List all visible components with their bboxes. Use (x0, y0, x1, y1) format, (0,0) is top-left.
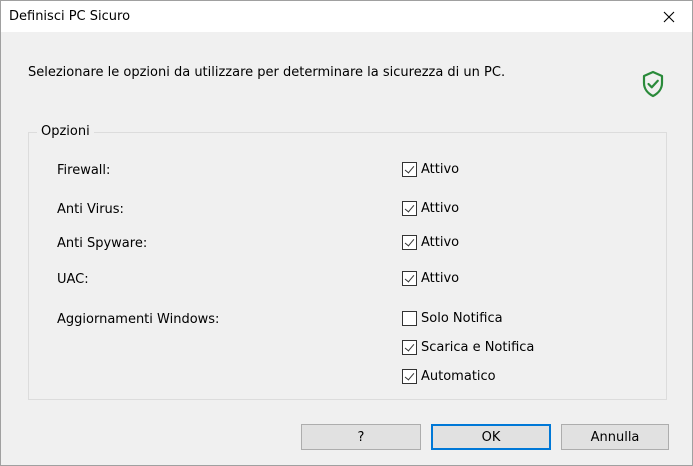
checkbox-box (402, 369, 417, 384)
firewall-active-checkbox[interactable]: Attivo (402, 162, 459, 177)
checkbox-box (402, 271, 417, 286)
checkbox-box (402, 311, 417, 326)
checkbox-box (402, 162, 417, 177)
uac-label: UAC: (57, 272, 89, 287)
automatic-checkbox[interactable]: Automatico (402, 369, 496, 384)
window-title: Definisci PC Sicuro (9, 9, 131, 24)
antispyware-active-checkbox[interactable]: Attivo (402, 235, 459, 250)
notify-only-checkbox[interactable]: Solo Notifica (402, 311, 503, 326)
checkbox-box (402, 201, 417, 216)
antivirus-active-checkbox[interactable]: Attivo (402, 201, 459, 216)
checkbox-label: Attivo (421, 271, 460, 286)
checkbox-label: Attivo (421, 162, 460, 177)
checkbox-label: Attivo (421, 201, 460, 216)
dialog-window: Definisci PC Sicuro Selezionare le opzio… (0, 0, 693, 466)
firewall-label: Firewall: (57, 163, 111, 178)
intro-text: Selezionare le opzioni da utilizzare per… (28, 65, 506, 80)
options-group-legend: Opzioni (37, 124, 94, 139)
options-group (28, 132, 667, 400)
uac-active-checkbox[interactable]: Attivo (402, 271, 459, 286)
antispyware-label: Anti Spyware: (57, 236, 148, 251)
cancel-button[interactable]: Annulla (561, 424, 669, 450)
close-button[interactable] (646, 1, 692, 32)
checkbox-box (402, 235, 417, 250)
help-button[interactable]: ? (301, 424, 421, 450)
shield-check-icon (642, 70, 664, 98)
download-notify-checkbox[interactable]: Scarica e Notifica (402, 340, 534, 355)
close-icon (663, 11, 675, 22)
antivirus-label: Anti Virus: (57, 202, 124, 217)
checkbox-label: Solo Notifica (421, 311, 503, 326)
checkbox-label: Scarica e Notifica (421, 340, 535, 355)
windows-updates-label: Aggiornamenti Windows: (57, 312, 220, 327)
checkbox-label: Automatico (421, 369, 496, 384)
checkbox-box (402, 340, 417, 355)
ok-button[interactable]: OK (431, 424, 551, 450)
title-bar: Definisci PC Sicuro (1, 1, 692, 32)
checkbox-label: Attivo (421, 235, 460, 250)
